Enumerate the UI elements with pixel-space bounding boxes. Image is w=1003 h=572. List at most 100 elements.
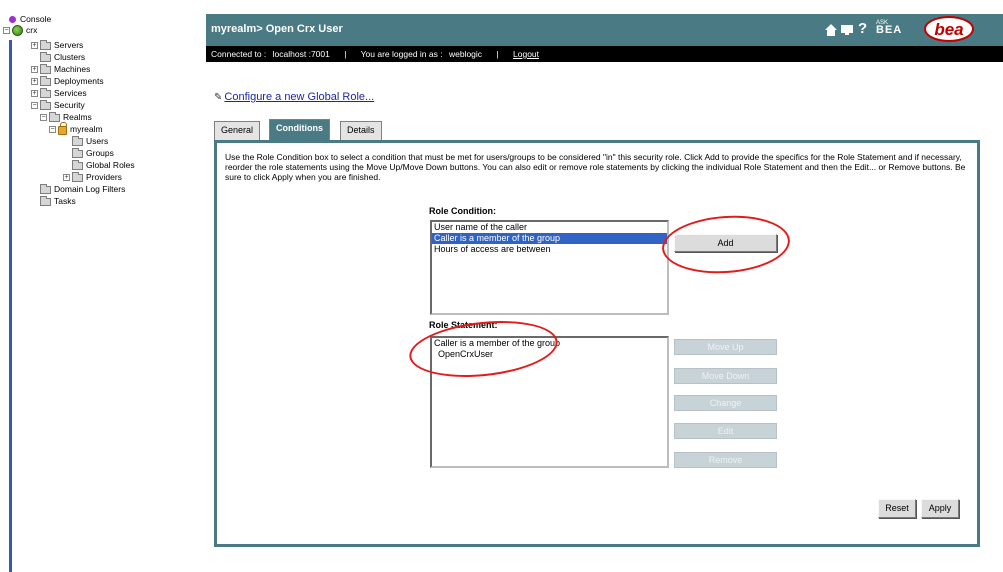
lock-icon xyxy=(58,122,67,135)
folder-icon xyxy=(40,99,51,110)
tree-item-users[interactable]: Users xyxy=(72,135,109,147)
tree-item-groups[interactable]: Groups xyxy=(72,147,114,159)
tree-item-label: Deployments xyxy=(54,76,104,86)
tab-conditions[interactable]: Conditions xyxy=(269,119,330,140)
instructions-text: Use the Role Condition box to select a c… xyxy=(225,152,966,182)
tab-label: Conditions xyxy=(276,123,323,133)
tree-item-clusters[interactable]: Clusters xyxy=(40,51,86,63)
folder-icon xyxy=(40,51,51,62)
logged-in-label: You are logged in as : xyxy=(360,49,443,59)
bea-label: BEA xyxy=(876,24,903,36)
configure-new-role-link[interactable]: ✎ Configure a new Global Role... xyxy=(214,91,374,103)
role-condition-label: Role Condition: xyxy=(429,206,496,216)
move-up-button[interactable]: Move Up xyxy=(674,339,777,355)
tree-item-providers[interactable]: + Providers xyxy=(63,171,122,183)
tree-item-services[interactable]: + Services xyxy=(31,87,87,99)
help-icon[interactable]: ? xyxy=(858,20,867,37)
tree-item-label: Providers xyxy=(86,172,122,182)
folder-icon xyxy=(72,171,83,182)
tree-item-label: Global Roles xyxy=(86,160,135,170)
tree-item-security[interactable]: − Security xyxy=(31,99,85,111)
tree-item-label: myrealm xyxy=(70,124,103,134)
tree-item-label: Services xyxy=(54,88,87,98)
logo-text: bea xyxy=(934,20,964,39)
edit-button[interactable]: Edit xyxy=(674,423,777,439)
statement-line[interactable]: Caller is a member of the group xyxy=(432,338,667,349)
folder-icon xyxy=(40,87,51,98)
logged-in-user: weblogic xyxy=(448,49,483,59)
page-header: myrealm> Open Crx User ? ASK BEA xyxy=(206,14,1003,46)
folder-icon xyxy=(49,111,60,122)
tree-item-label: Realms xyxy=(63,112,92,122)
collapse-icon[interactable]: − xyxy=(49,126,56,133)
condition-option-selected[interactable]: Caller is a member of the group xyxy=(432,233,667,244)
expand-icon[interactable]: + xyxy=(31,42,38,49)
collapse-icon[interactable]: − xyxy=(31,102,38,109)
remove-button[interactable]: Remove xyxy=(674,452,777,468)
tree-item-deployments[interactable]: + Deployments xyxy=(31,75,104,87)
tree-item-servers[interactable]: + Servers xyxy=(31,39,84,51)
connected-label: Connected to : xyxy=(211,49,267,59)
add-button[interactable]: Add xyxy=(674,234,777,252)
folder-icon xyxy=(72,147,83,158)
collapse-icon[interactable]: − xyxy=(40,114,47,121)
expand-icon[interactable]: + xyxy=(31,66,38,73)
folder-icon xyxy=(72,159,83,170)
expand-icon[interactable]: + xyxy=(31,78,38,85)
collapse-icon[interactable]: − xyxy=(3,27,10,34)
configure-new-role-label: Configure a new Global Role... xyxy=(224,91,375,103)
tree-item-myrealm[interactable]: − myrealm xyxy=(49,122,103,135)
conditions-panel: Use the Role Condition box to select a c… xyxy=(214,140,980,547)
tree-item-label: Domain Log Filters xyxy=(54,184,126,194)
tree-item-realms[interactable]: − Realms xyxy=(40,111,92,123)
ask-bea-link[interactable]: ASK BEA xyxy=(876,20,910,36)
separator: | xyxy=(344,49,347,59)
bea-logo: bea xyxy=(924,16,974,42)
tree-divider xyxy=(9,40,12,572)
role-statement-list[interactable]: Caller is a member of the group OpenCrxU… xyxy=(430,336,669,468)
tree-item-label: crx xyxy=(26,25,38,35)
tree-item-label: Groups xyxy=(86,148,114,158)
tree-item-machines[interactable]: + Machines xyxy=(31,63,91,75)
tree-item-label: Users xyxy=(86,136,109,146)
tab-label: Details xyxy=(347,125,375,135)
logout-link[interactable]: Logout xyxy=(513,49,539,59)
tree-item-tasks[interactable]: Tasks xyxy=(40,195,76,207)
condition-option[interactable]: Hours of access are between xyxy=(432,244,667,255)
statement-line[interactable]: OpenCrxUser xyxy=(432,349,667,360)
console-icon xyxy=(9,16,16,23)
tab-label: General xyxy=(221,125,254,135)
separator: | xyxy=(496,49,499,59)
folder-icon xyxy=(40,183,51,194)
reset-button[interactable]: Reset xyxy=(878,499,916,518)
tree-item-domain-log-filters[interactable]: Domain Log Filters xyxy=(40,183,126,195)
connected-value: localhost :7001 xyxy=(272,49,330,59)
folder-icon xyxy=(40,39,51,50)
tree-item-label: Tasks xyxy=(54,196,76,206)
tree-item-label: Machines xyxy=(54,64,91,74)
tree-item-crx[interactable]: − crx xyxy=(3,25,37,36)
folder-icon xyxy=(72,135,83,146)
tree-item-global-roles[interactable]: Global Roles xyxy=(72,159,135,171)
tree-item-label: Console xyxy=(20,14,52,24)
role-condition-list[interactable]: User name of the caller Caller is a memb… xyxy=(430,220,669,315)
main-content: myrealm> Open Crx User ? ASK BEA bea Con… xyxy=(206,0,1003,572)
apply-button[interactable]: Apply xyxy=(921,499,959,518)
tree-item-label: Clusters xyxy=(54,52,86,62)
page-title: myrealm> Open Crx User xyxy=(211,23,343,35)
change-button[interactable]: Change xyxy=(674,395,777,411)
tab-details[interactable]: Details xyxy=(340,121,382,140)
expand-icon[interactable]: + xyxy=(31,90,38,97)
tree-item-label: Servers xyxy=(54,40,84,50)
screen-icon[interactable] xyxy=(840,24,854,36)
new-item-icon: ✎ xyxy=(214,92,223,103)
tree-item-console[interactable]: Console xyxy=(9,14,51,25)
tab-general[interactable]: General xyxy=(214,121,261,140)
folder-icon xyxy=(40,75,51,86)
home-icon[interactable] xyxy=(824,23,838,37)
move-down-button[interactable]: Move Down xyxy=(674,368,777,384)
condition-option[interactable]: User name of the caller xyxy=(432,222,667,233)
role-statement-label: Role Statement: xyxy=(429,320,498,330)
domain-globe-icon xyxy=(12,25,23,36)
expand-icon[interactable]: + xyxy=(63,174,70,181)
